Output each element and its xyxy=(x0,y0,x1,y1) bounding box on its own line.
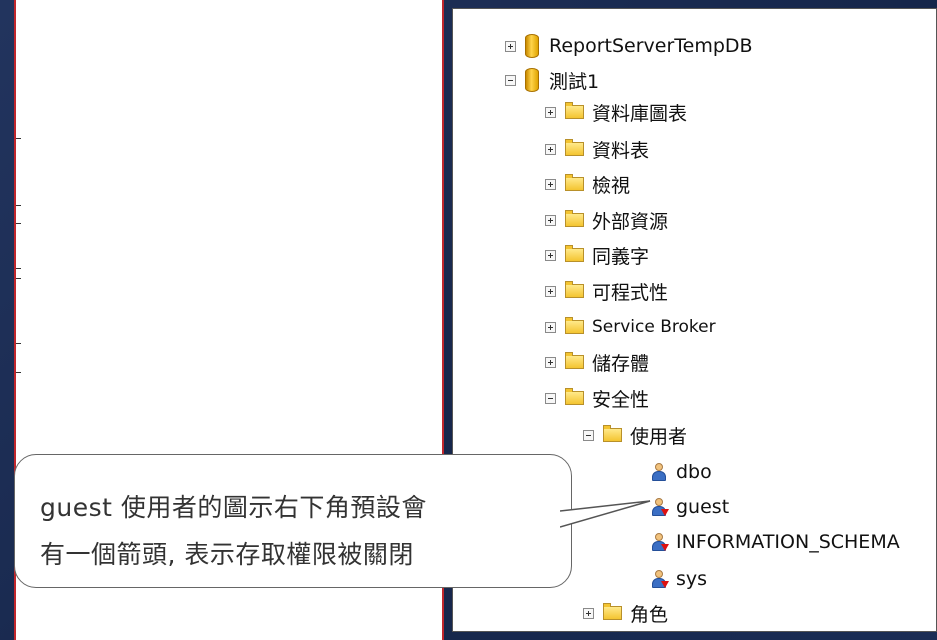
tree-node-label: 資料庫圖表 xyxy=(592,102,688,125)
tree-node-user-dbo[interactable]: dbo xyxy=(651,457,712,487)
tree-node-label: guest xyxy=(676,496,730,518)
expand-icon[interactable] xyxy=(545,106,556,118)
folder-icon xyxy=(565,174,584,191)
tree-node-user-sys[interactable]: sys xyxy=(651,564,707,594)
expand-icon[interactable] xyxy=(545,321,556,333)
tree-node-test1[interactable]: 測試1 xyxy=(505,65,599,95)
expand-icon[interactable] xyxy=(545,285,556,297)
tree-node-label: 使用者 xyxy=(630,425,688,448)
collapse-icon[interactable] xyxy=(545,392,556,404)
folder-icon xyxy=(565,352,584,369)
callout-line-2: 有一個箭頭, 表示存取權限被關閉 xyxy=(40,540,414,569)
folder-icon xyxy=(565,388,584,405)
expand-icon[interactable] xyxy=(545,178,556,190)
expand-icon[interactable] xyxy=(545,214,556,226)
annotation-callout: guest 使用者的圖示右下角預設會 有一個箭頭, 表示存取權限被關閉 xyxy=(14,454,572,588)
tree-node-label: 角色 xyxy=(630,603,669,626)
tree-node-user-guest[interactable]: guest xyxy=(651,492,729,522)
collapse-icon[interactable] xyxy=(505,74,516,86)
folder-icon xyxy=(603,425,622,442)
tree-node-reportservertempdb[interactable]: ReportServerTempDB xyxy=(505,31,753,61)
tree-node-users[interactable]: 使用者 xyxy=(583,420,687,450)
tree-node-tables[interactable]: 資料表 xyxy=(545,134,649,164)
tree-node-label: INFORMATION_SCHEMA xyxy=(676,531,900,553)
tree-node-synonyms[interactable]: 同義字 xyxy=(545,240,649,270)
folder-icon xyxy=(565,102,584,119)
tree-node-label: 同義字 xyxy=(592,245,650,268)
database-icon xyxy=(525,34,539,58)
tree-node-label: 安全性 xyxy=(592,388,650,411)
tree-node-label: 儲存體 xyxy=(592,352,650,375)
folder-icon xyxy=(565,317,584,334)
folder-icon xyxy=(603,603,622,620)
tree-node-roles[interactable]: 角色 xyxy=(583,598,668,628)
tree-node-label: 外部資源 xyxy=(592,210,669,233)
user-icon xyxy=(651,462,668,482)
tree-node-security[interactable]: 安全性 xyxy=(545,383,649,413)
tree-node-storage[interactable]: 儲存體 xyxy=(545,347,649,377)
folder-icon xyxy=(565,281,584,298)
tree-node-label: sys xyxy=(676,568,708,590)
collapse-icon[interactable] xyxy=(583,429,594,441)
expand-icon[interactable] xyxy=(505,40,516,52)
expand-icon[interactable] xyxy=(545,143,556,155)
tree-node-label: ReportServerTempDB xyxy=(549,35,753,57)
expand-icon[interactable] xyxy=(583,607,594,619)
tree-node-service-broker[interactable]: Service Broker xyxy=(545,312,716,342)
tree-node-label: Service Broker xyxy=(592,317,716,337)
tree-node-external-resources[interactable]: 外部資源 xyxy=(545,205,668,235)
folder-icon xyxy=(565,245,584,262)
callout-line-1: guest 使用者的圖示右下角預設會 xyxy=(40,493,427,522)
tree-node-label: 資料表 xyxy=(592,139,650,162)
expand-icon[interactable] xyxy=(545,356,556,368)
tree-node-views[interactable]: 檢視 xyxy=(545,169,630,199)
folder-icon xyxy=(565,139,584,156)
tree-node-user-information-schema[interactable]: INFORMATION_SCHEMA xyxy=(651,527,900,557)
user-disabled-icon xyxy=(651,569,669,589)
tree-node-label: 可程式性 xyxy=(592,281,669,304)
tree-node-label: 測試1 xyxy=(549,70,600,93)
expand-icon[interactable] xyxy=(545,249,556,261)
folder-icon xyxy=(565,210,584,227)
tree-node-label: 檢視 xyxy=(592,174,631,197)
tree-node-programmability[interactable]: 可程式性 xyxy=(545,276,668,306)
database-icon xyxy=(525,68,539,92)
tree-node-db-diagrams[interactable]: 資料庫圖表 xyxy=(545,97,687,127)
callout-pointer xyxy=(560,500,651,528)
tree-node-label: dbo xyxy=(676,461,712,483)
